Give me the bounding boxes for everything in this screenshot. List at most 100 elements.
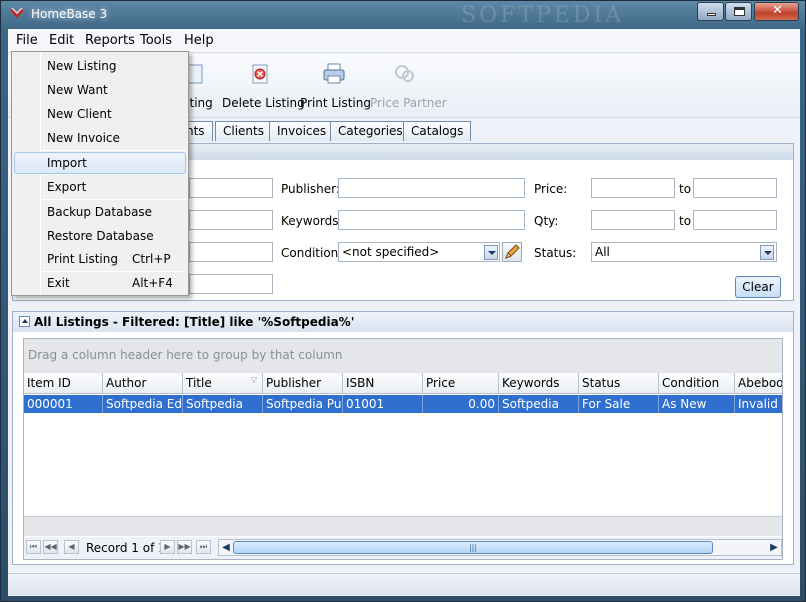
grid-header: Item ID Author Title ▽ Publisher ISBN Pr… xyxy=(24,373,782,394)
price-to-input[interactable] xyxy=(693,178,777,198)
column-condition[interactable]: Condition xyxy=(659,373,735,394)
listings-panel: All Listings - Filtered: [Title] like '%… xyxy=(12,311,794,565)
column-title[interactable]: Title ▽ xyxy=(183,373,263,394)
menu-restore-database[interactable]: Restore Database xyxy=(14,225,186,247)
menu-tools[interactable]: Tools xyxy=(140,33,172,48)
tab-invoices[interactable]: Invoices xyxy=(269,121,335,141)
menu-new-invoice[interactable]: New Invoice xyxy=(14,127,186,149)
listing-id-filter-input[interactable] xyxy=(189,274,273,294)
record-counter: Record 1 of 1 xyxy=(86,541,166,555)
price-partner-button[interactable]: Price Partner xyxy=(370,62,447,114)
prev-record-icon[interactable]: ◀ xyxy=(64,540,79,554)
scroll-right-icon[interactable]: ▶ xyxy=(768,541,780,554)
close-button[interactable]: ✕ xyxy=(754,2,799,21)
menu-import[interactable]: Import xyxy=(14,152,186,174)
qty-label: Qty: xyxy=(534,214,559,228)
menu-help[interactable]: Help xyxy=(184,33,214,48)
menu-export[interactable]: Export xyxy=(14,176,186,198)
edit-condition-button[interactable] xyxy=(502,242,522,262)
scrollbar-thumb[interactable]: ||| xyxy=(233,541,713,554)
delete-listing-icon xyxy=(252,64,268,84)
last-page-icon[interactable]: ⏭ xyxy=(196,540,211,554)
tab-clients[interactable]: Clients xyxy=(215,121,272,141)
cell-isbn: 01001 xyxy=(343,395,423,413)
column-status[interactable]: Status xyxy=(579,373,659,394)
filter-icon[interactable]: ▽ xyxy=(251,375,257,384)
price-label: Price: xyxy=(534,182,568,196)
chevron-down-icon xyxy=(484,245,498,260)
menu-file[interactable]: File xyxy=(16,33,38,48)
close-icon: ✕ xyxy=(772,3,783,18)
maximize-button[interactable] xyxy=(725,2,752,21)
qty-from-input[interactable] xyxy=(591,210,675,230)
menu-reports[interactable]: Reports xyxy=(85,33,135,48)
menu-edit[interactable]: Edit xyxy=(49,33,74,48)
menu-new-listing[interactable]: New Listing xyxy=(14,55,186,77)
cell-author: Softpedia Ed... xyxy=(103,395,183,413)
horizontal-scrollbar[interactable]: ◀ ||| ▶ xyxy=(218,539,782,556)
status-select[interactable]: All xyxy=(591,242,777,262)
menu-new-want[interactable]: New Want xyxy=(14,79,186,101)
tab-catalogs[interactable]: Catalogs xyxy=(403,121,472,141)
scroll-left-icon[interactable]: ◀ xyxy=(220,541,232,554)
status-value: All xyxy=(595,245,610,259)
pencil-icon xyxy=(505,244,520,259)
tab-categories[interactable]: Categories xyxy=(330,121,411,141)
prev-page-icon[interactable]: ◀◀ xyxy=(43,540,58,554)
delete-listing-button[interactable]: Delete Listing xyxy=(222,62,305,114)
menu-exit[interactable]: Exit Alt+F4 xyxy=(14,272,186,294)
keywords-input[interactable] xyxy=(338,210,525,230)
collapse-icon[interactable] xyxy=(19,316,30,327)
next-record-icon[interactable]: ▶ xyxy=(160,540,175,554)
cell-keywords: Softpedia xyxy=(499,395,579,413)
column-publisher[interactable]: Publisher xyxy=(263,373,343,394)
price-from-input[interactable] xyxy=(591,178,675,198)
keywords-label: Keywords: xyxy=(281,214,343,228)
author-filter-input[interactable] xyxy=(189,210,273,230)
delete-listing-label: Delete Listing xyxy=(222,96,305,110)
cell-abebook: Invalid xyxy=(735,395,782,413)
listings-header: All Listings - Filtered: [Title] like '%… xyxy=(13,312,793,332)
next-page-icon[interactable]: ▶▶ xyxy=(177,540,192,554)
file-menu-dropdown: New Listing New Want New Client New Invo… xyxy=(11,51,189,296)
table-row[interactable]: 000001 Softpedia Ed... Softpedia Softped… xyxy=(24,395,782,413)
print-shortcut: Ctrl+P xyxy=(132,252,171,266)
condition-select[interactable]: <not specified> xyxy=(338,242,500,262)
chevron-down-icon xyxy=(760,245,774,260)
isbn-filter-input[interactable] xyxy=(189,242,273,262)
column-author[interactable]: Author xyxy=(103,373,183,394)
column-title-label: Title xyxy=(186,376,212,390)
qty-to-input[interactable] xyxy=(693,210,777,230)
menu-separator xyxy=(42,150,186,151)
minimize-button[interactable] xyxy=(697,2,724,21)
price-to-label: to xyxy=(679,182,692,196)
column-abebook[interactable]: Abebook xyxy=(735,373,782,394)
first-page-icon[interactable]: ⏮ xyxy=(26,540,41,554)
column-price[interactable]: Price xyxy=(423,373,499,394)
menu-print-listing[interactable]: Print Listing Ctrl+P xyxy=(14,248,186,270)
cell-price: 0.00 xyxy=(423,395,499,413)
listings-grid: Drag a column header here to group by th… xyxy=(23,338,783,560)
grid-footer xyxy=(24,516,782,536)
publisher-label: Publisher: xyxy=(281,182,340,196)
column-keywords[interactable]: Keywords xyxy=(499,373,579,394)
app-window: HomeBase 3 SOFTPEDIA ✕ File Edit Reports… xyxy=(0,0,806,602)
menu-print-listing-label: Print Listing xyxy=(47,252,118,266)
column-isbn[interactable]: ISBN xyxy=(343,373,423,394)
publisher-input[interactable] xyxy=(338,178,525,198)
clear-button[interactable]: Clear xyxy=(735,276,781,298)
maximize-icon xyxy=(734,7,745,16)
cell-status: For Sale xyxy=(579,395,659,413)
print-listing-button[interactable]: Print Listing xyxy=(300,62,371,114)
menu-new-client[interactable]: New Client xyxy=(14,103,186,125)
menu-separator xyxy=(42,199,186,200)
condition-value: <not specified> xyxy=(342,245,440,259)
print-listing-label: Print Listing xyxy=(300,96,371,110)
title-bar: HomeBase 3 SOFTPEDIA ✕ xyxy=(1,1,805,29)
group-by-area[interactable]: Drag a column header here to group by th… xyxy=(24,339,782,373)
column-item-id[interactable]: Item ID xyxy=(24,373,103,394)
title-filter-input[interactable] xyxy=(189,178,273,198)
price-partner-icon xyxy=(395,65,414,82)
menu-backup-database[interactable]: Backup Database xyxy=(14,201,186,223)
record-navigator: ⏮ ◀◀ ◀ Record 1 of 1 ▶ ▶▶ ⏭ ◀ ||| ▶ xyxy=(24,537,782,559)
